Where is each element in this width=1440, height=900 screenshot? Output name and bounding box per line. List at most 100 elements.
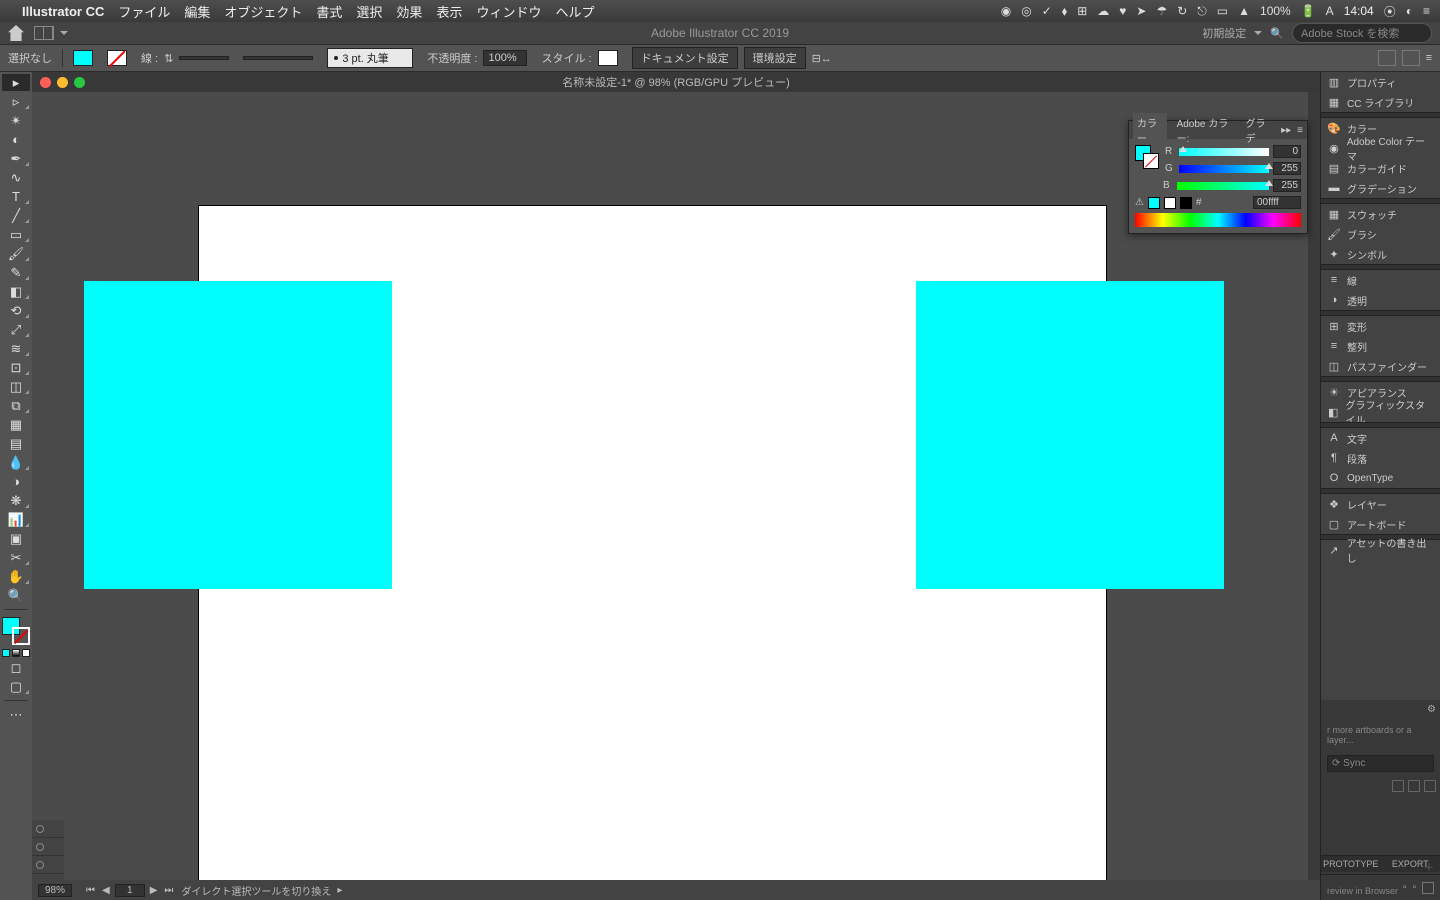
perspective-tool[interactable]: ⧉	[2, 397, 30, 414]
cloud-icon[interactable]: ☁	[1097, 4, 1109, 18]
type-tool[interactable]: T	[2, 188, 30, 205]
panel-adobe-color[interactable]: ◉Adobe Color テーマ	[1321, 138, 1440, 158]
safe-color-swatch[interactable]	[1148, 197, 1160, 209]
status-more-icon[interactable]: ▸	[337, 885, 342, 896]
menu-help[interactable]: ヘルプ	[555, 2, 594, 21]
g-value[interactable]: 255	[1273, 162, 1301, 175]
menu-edit[interactable]: 編集	[184, 2, 210, 21]
network-icon[interactable]: ⎋	[1197, 4, 1207, 19]
menu-object[interactable]: オブジェクト	[224, 2, 302, 21]
umbrella-icon[interactable]: ☂	[1156, 4, 1167, 18]
notif-icon[interactable]: ≡	[1423, 4, 1430, 18]
mesh-tool[interactable]: ▦	[2, 416, 30, 433]
panel-brushes[interactable]: 🖌ブラシ	[1321, 224, 1440, 244]
slice-tool[interactable]: ✂	[2, 549, 30, 566]
battery-icon[interactable]: 🔋	[1301, 4, 1316, 18]
ctrl-menu-icon[interactable]: ≡	[1426, 52, 1432, 64]
panel-opentype[interactable]: OOpenType	[1321, 468, 1440, 488]
rotate-tool[interactable]: ⟲	[2, 302, 30, 319]
zoom-tool[interactable]: 🔍	[2, 587, 30, 604]
siri-icon[interactable]: ◐	[1406, 4, 1413, 18]
scale-tool[interactable]: ⤢	[2, 321, 30, 338]
edit-toolbar[interactable]: ⋯	[2, 706, 30, 723]
menu-type[interactable]: 書式	[316, 2, 342, 21]
status-icon[interactable]: ◉	[1001, 4, 1011, 18]
black-swatch[interactable]	[1180, 197, 1192, 209]
lasso-tool[interactable]: ◐	[2, 131, 30, 148]
line-tool[interactable]: ╱	[2, 207, 30, 224]
preset-dropdown-icon[interactable]	[1254, 31, 1262, 35]
g-slider[interactable]	[1179, 165, 1269, 173]
workspace-preset[interactable]: 初期設定	[1202, 25, 1246, 41]
minimize-window-icon[interactable]	[57, 77, 68, 88]
dropbox-icon[interactable]: ⬧	[1062, 4, 1067, 19]
shape-rect-left[interactable]	[84, 281, 392, 589]
gradient-tab[interactable]: グラデ	[1242, 113, 1276, 147]
ext-tool-1[interactable]	[1392, 780, 1404, 792]
shape-builder-tool[interactable]: ◫	[2, 378, 30, 395]
clock[interactable]: 14:04	[1344, 4, 1374, 18]
fill-swatch[interactable]	[73, 50, 93, 66]
gradient-tool[interactable]: ▤	[2, 435, 30, 452]
r-slider[interactable]	[1179, 148, 1269, 156]
hex-input[interactable]: 00ffff	[1253, 196, 1301, 209]
graph-tool[interactable]: 📊	[2, 511, 30, 528]
refresh-icon[interactable]: ↻	[1177, 4, 1187, 18]
panel-collapse-icon[interactable]: ▸▸	[1281, 125, 1291, 136]
none-swatch[interactable]	[1164, 197, 1176, 209]
vertical-scrollbar[interactable]	[1308, 92, 1320, 880]
document-tab-title[interactable]: 名称未設定-1* @ 98% (RGB/GPU プレビュー)	[562, 74, 790, 90]
next-artboard-icon[interactable]: ▶	[148, 885, 160, 896]
panel-paragraph[interactable]: ¶段落	[1321, 448, 1440, 468]
panel-symbols[interactable]: ✦シンボル	[1321, 244, 1440, 264]
layer-row[interactable]	[32, 838, 64, 856]
visibility-icon[interactable]	[36, 825, 44, 833]
menu-view[interactable]: 表示	[436, 2, 462, 21]
menu-effect[interactable]: 効果	[396, 2, 422, 21]
mini-none[interactable]	[22, 649, 30, 657]
doc-setup-button[interactable]: ドキュメント設定	[632, 47, 738, 69]
wifi-icon[interactable]: ♥	[1119, 4, 1126, 18]
panel-asset-export[interactable]: ↗アセットの書き出し	[1321, 540, 1440, 560]
b-slider[interactable]	[1177, 182, 1269, 190]
volume-icon[interactable]: ▲	[1238, 4, 1250, 18]
menu-window[interactable]: ウィンドウ	[476, 2, 541, 21]
align-to-icon[interactable]: ⊟↔	[812, 52, 832, 65]
sync-button[interactable]: ⟳ Sync	[1327, 755, 1434, 772]
arrange-dropdown-icon[interactable]	[60, 31, 68, 35]
spotlight-icon[interactable]: ⦿	[1384, 3, 1396, 20]
add-icon[interactable]: ＋	[1424, 859, 1434, 874]
style-swatch[interactable]	[598, 50, 618, 66]
stroke-stepper-icon[interactable]: ⇅	[164, 52, 173, 65]
visibility-icon[interactable]	[36, 843, 44, 851]
display-icon[interactable]: ▭	[1217, 4, 1228, 18]
search-input[interactable]: Adobe Stock を検索	[1292, 23, 1432, 43]
blend-tool[interactable]: ◑	[2, 473, 30, 490]
adobe-color-tab[interactable]: Adobe カラー:	[1173, 113, 1236, 147]
rectangle-tool[interactable]: ▭	[2, 226, 30, 243]
artboard-tool[interactable]: ▣	[2, 530, 30, 547]
panel-menu-icon[interactable]: ≡	[1297, 125, 1303, 136]
panel-swatches[interactable]: ▦スウォッチ	[1321, 204, 1440, 224]
stroke-swatch[interactable]	[107, 50, 127, 66]
app-name[interactable]: Illustrator CC	[22, 4, 104, 19]
preview-browser-button[interactable]: review in Browser	[1327, 886, 1398, 896]
panel-align[interactable]: ≡整列	[1321, 336, 1440, 356]
fan-icon[interactable]: ➤	[1136, 4, 1146, 18]
hand-tool[interactable]: ✋	[2, 568, 30, 585]
stroke-color-box[interactable]	[12, 627, 30, 645]
draw-mode[interactable]: ◻	[2, 659, 30, 676]
input-icon[interactable]: A	[1326, 4, 1334, 18]
paintbrush-tool[interactable]: 🖌	[2, 245, 30, 262]
panel-artboards[interactable]: ▢アートボード	[1321, 514, 1440, 534]
trash-icon[interactable]	[1422, 882, 1434, 894]
menu-select[interactable]: 選択	[356, 2, 382, 21]
shape-rect-right[interactable]	[916, 281, 1224, 589]
menu-file[interactable]: ファイル	[118, 2, 170, 21]
first-artboard-icon[interactable]: ⏮	[84, 885, 97, 896]
eraser-tool[interactable]: ◧	[2, 283, 30, 300]
arrange-docs-icon[interactable]	[34, 26, 54, 40]
close-window-icon[interactable]	[40, 77, 51, 88]
free-transform-tool[interactable]: ⊡	[2, 359, 30, 376]
panel-color-guide[interactable]: ▤カラーガイド	[1321, 158, 1440, 178]
